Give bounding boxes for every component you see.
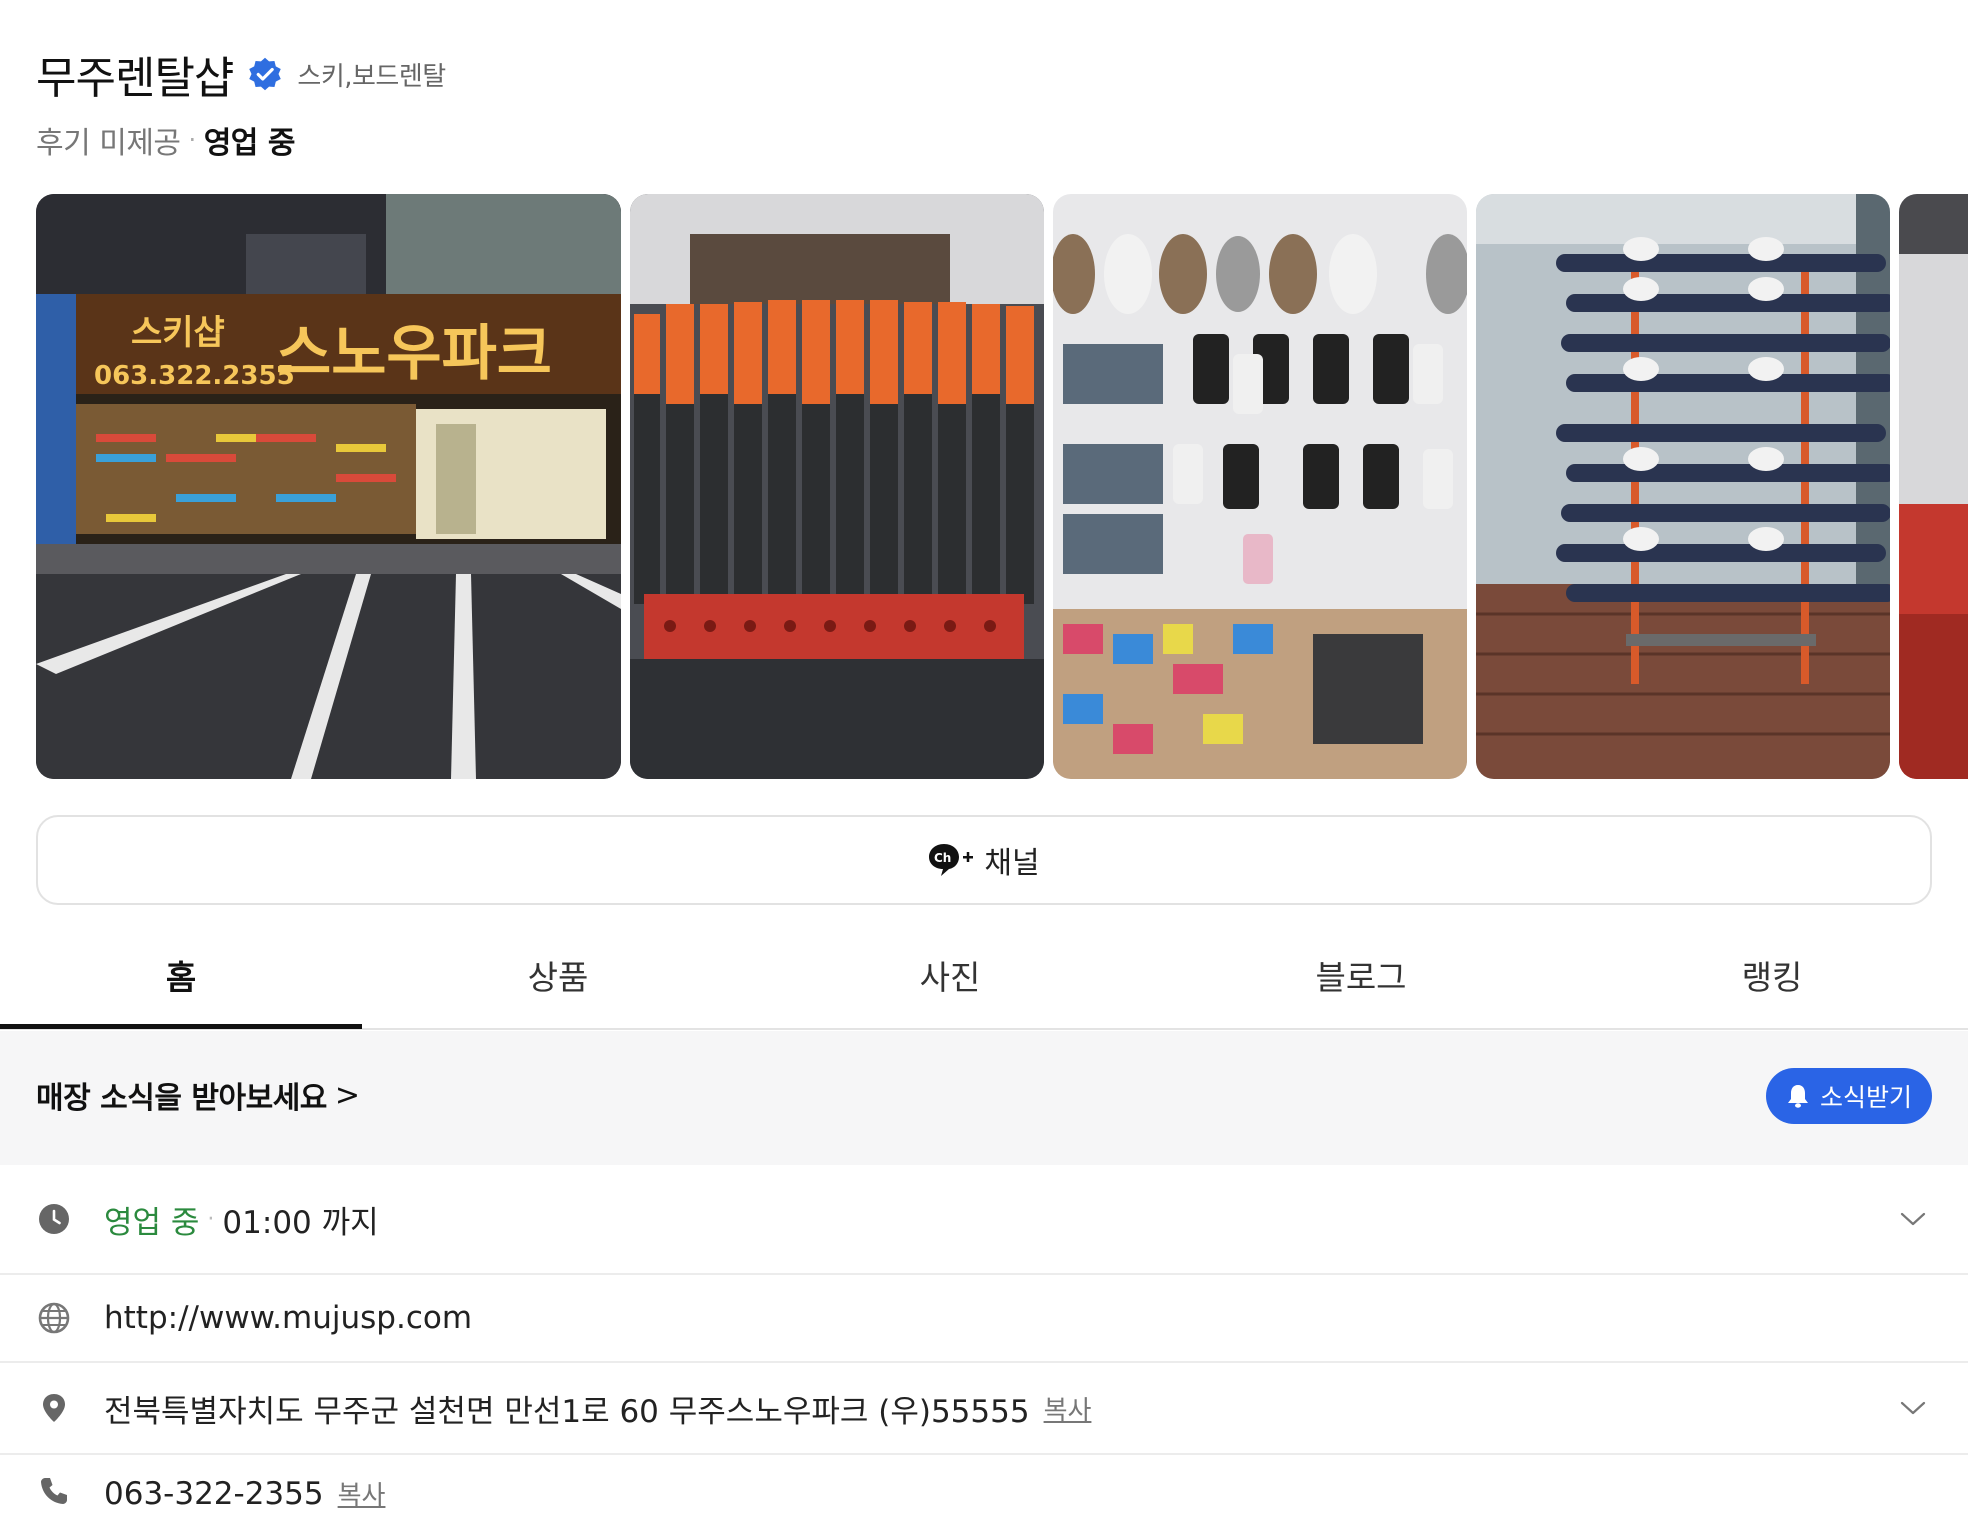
sign-phone-text: 063.322.2355 — [94, 361, 295, 391]
store-category: 스키,보드렌탈 — [297, 61, 446, 92]
active-tab-indicator — [0, 1024, 362, 1029]
address-row[interactable]: 전북특별자치도 무주군 설천면 만선1로 60 무주스노우파크 (우)55555… — [0, 1363, 1968, 1455]
tab-bar: 홈 상품 사진 블로그 랭킹 — [0, 920, 1968, 1030]
copy-phone-button[interactable]: 복사 — [338, 1475, 386, 1512]
store-header: 무주렌탈샵 스키,보드렌탈 후기 미제공 · 영업 중 — [36, 44, 446, 162]
tab-ranking[interactable]: 랭킹 — [1576, 920, 1968, 1030]
address-text: 전북특별자치도 무주군 설천면 만선1로 60 무주스노우파크 (우)55555 — [104, 1393, 1030, 1430]
website-row: http://www.mujusp.com — [0, 1275, 1968, 1363]
phone-number[interactable]: 063-322-2355 — [104, 1476, 324, 1512]
clock-icon — [39, 1204, 69, 1234]
gallery-photo-skis[interactable] — [630, 194, 1044, 779]
hours-until: 01:00 까지 — [222, 1204, 379, 1241]
hours-status: 영업 중 — [104, 1204, 200, 1241]
store-news-link[interactable]: 매장 소식을 받아보세요 > — [36, 1073, 360, 1117]
gallery-photo-snowboards[interactable] — [1476, 194, 1890, 779]
gallery-photo-interior[interactable] — [1899, 194, 1968, 779]
chevron-down-icon[interactable] — [1898, 1393, 1928, 1423]
chevron-down-icon[interactable] — [1898, 1204, 1928, 1234]
sign-snowpark-text: 스노우파크 — [276, 319, 552, 389]
separator-dot: · — [207, 1206, 215, 1232]
copy-address-button[interactable]: 복사 — [1044, 1390, 1092, 1427]
subscribe-button[interactable]: 소식받기 — [1765, 1068, 1932, 1124]
separator-dot: · — [188, 126, 197, 154]
tab-home[interactable]: 홈 — [0, 920, 362, 1030]
tab-products[interactable]: 상품 — [362, 920, 754, 1030]
tab-blog[interactable]: 블로그 — [1146, 920, 1576, 1030]
bell-icon — [1787, 1085, 1808, 1108]
store-news-banner: 매장 소식을 받아보세요 > 소식받기 — [0, 1031, 1968, 1165]
tab-photos[interactable]: 사진 — [754, 920, 1146, 1030]
website-link[interactable]: http://www.mujusp.com — [104, 1300, 472, 1336]
channel-button[interactable]: Ch 채널 — [36, 815, 1932, 905]
store-news-text: 매장 소식을 받아보세요 — [36, 1081, 327, 1116]
subscribe-label: 소식받기 — [1819, 1083, 1912, 1112]
chevron-right-icon: > — [334, 1077, 360, 1113]
gallery-photo-storefront[interactable]: 스키샵 063.322.2355 스노우파크 — [36, 194, 621, 779]
location-pin-icon — [43, 1394, 65, 1422]
kakao-channel-icon: Ch — [929, 844, 974, 876]
phone-icon — [41, 1478, 67, 1504]
phone-row: 063-322-2355 복사 — [0, 1455, 1968, 1529]
photo-gallery[interactable]: 스키샵 063.322.2355 스노우파크 — [36, 194, 1968, 779]
store-name: 무주렌탈샵 — [36, 53, 234, 104]
gallery-photo-accessories[interactable] — [1053, 194, 1467, 779]
channel-button-label: 채널 — [984, 846, 1040, 881]
review-status: 후기 미제공 — [36, 126, 181, 161]
globe-icon — [38, 1302, 70, 1334]
business-status: 영업 중 — [203, 126, 296, 161]
sign-ski-shop-text: 스키샵 — [131, 313, 225, 353]
svg-text:Ch: Ch — [934, 851, 951, 865]
hours-row[interactable]: 영업 중 · 01:00 까지 — [0, 1165, 1968, 1275]
verified-badge-icon — [249, 57, 282, 91]
